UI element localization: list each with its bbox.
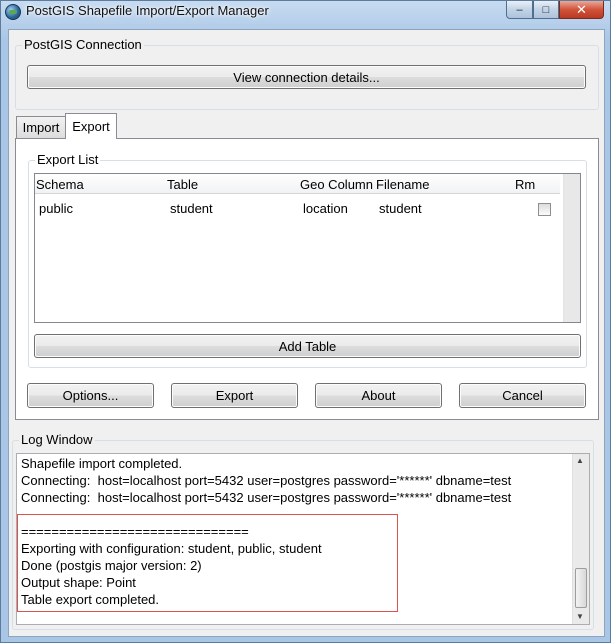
log-window-group: Log Window Shapefile import completed. C…: [12, 432, 594, 630]
maximize-button[interactable]: □: [533, 1, 559, 19]
column-header-schema[interactable]: Schema: [36, 177, 84, 192]
column-header-filename[interactable]: Filename: [376, 177, 429, 192]
cell-filename[interactable]: student: [379, 201, 422, 216]
connection-group: PostGIS Connection View connection detai…: [15, 37, 599, 110]
cell-schema[interactable]: public: [39, 201, 73, 216]
cancel-button[interactable]: Cancel: [459, 383, 586, 408]
cell-table[interactable]: student: [170, 201, 213, 216]
app-window: PostGIS Shapefile Import/Export Manager …: [0, 0, 611, 643]
export-button[interactable]: Export: [171, 383, 298, 408]
minimize-button[interactable]: –: [506, 1, 533, 19]
export-tab-panel: Export List Schema Table Geo Column File…: [15, 138, 599, 420]
scroll-down-arrow-icon[interactable]: ▼: [576, 612, 584, 621]
export-list-group-label: Export List: [35, 152, 101, 168]
tab-export[interactable]: Export: [65, 113, 117, 139]
log-text-area[interactable]: Shapefile import completed. Connecting: …: [16, 453, 590, 625]
log-scroll-thumb[interactable]: [575, 568, 587, 608]
log-window-group-label: Log Window: [19, 432, 95, 448]
close-button[interactable]: ✕: [559, 1, 604, 19]
table-header: Schema Table Geo Column Filename Rm: [35, 174, 560, 194]
export-list-group: Export List Schema Table Geo Column File…: [28, 152, 587, 368]
scroll-up-arrow-icon[interactable]: ▲: [576, 456, 584, 465]
highlight-annotation-box: [17, 514, 398, 612]
globe-app-icon: [5, 4, 21, 20]
options-button[interactable]: Options...: [27, 383, 154, 408]
export-table: Schema Table Geo Column Filename Rm publ…: [34, 173, 581, 323]
log-line: Shapefile import completed.: [21, 456, 183, 471]
log-line: Connecting: host=localhost port=5432 use…: [21, 490, 512, 505]
rm-checkbox[interactable]: [538, 203, 551, 216]
tab-import[interactable]: Import: [16, 116, 66, 138]
add-table-button[interactable]: Add Table: [34, 334, 581, 358]
connection-group-label: PostGIS Connection: [22, 37, 144, 53]
log-line: Connecting: host=localhost port=5432 use…: [21, 473, 512, 488]
window-title: PostGIS Shapefile Import/Export Manager: [26, 3, 269, 18]
column-header-geo-column[interactable]: Geo Column: [300, 177, 373, 192]
view-connection-details-button[interactable]: View connection details...: [27, 65, 586, 89]
column-header-table[interactable]: Table: [167, 177, 198, 192]
log-scrollbar[interactable]: ▲ ▼: [572, 454, 589, 624]
column-header-rm[interactable]: Rm: [515, 177, 535, 192]
cell-geo-column[interactable]: location: [303, 201, 348, 216]
about-button[interactable]: About: [315, 383, 442, 408]
title-bar[interactable]: PostGIS Shapefile Import/Export Manager …: [1, 1, 610, 23]
table-scrollbar[interactable]: [563, 174, 580, 322]
client-area: PostGIS Connection View connection detai…: [8, 29, 605, 637]
